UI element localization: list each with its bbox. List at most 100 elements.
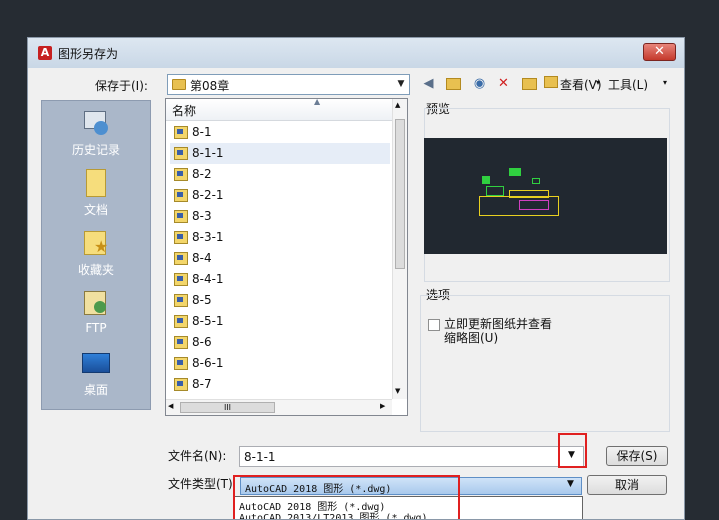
save-as-dialog: A 图形另存为 ✕ 保存于(I): 第08章 ▼ ◀ ◉ ✕ 查看(V) ▾ 工…	[27, 37, 685, 520]
filename-label: 文件名(N):	[168, 449, 227, 463]
drawing-preview-thumbnail	[424, 138, 667, 254]
places-bar: 历史记录 文档 ★ 收藏夹 FTP 桌面	[41, 100, 151, 410]
place-label: 历史记录	[71, 143, 120, 157]
column-header-label: 名称	[172, 104, 197, 118]
scroll-down-icon[interactable]: ▼	[395, 387, 400, 395]
file-name: 8-5	[192, 293, 212, 307]
file-item[interactable]: 8-5-1	[170, 311, 390, 332]
dwg-file-icon	[174, 273, 188, 286]
filetype-label: 文件类型(T)	[168, 477, 233, 491]
dwg-file-icon	[174, 294, 188, 307]
scroll-right-icon[interactable]: ▶	[380, 402, 385, 410]
file-item[interactable]: 8-3	[170, 206, 390, 227]
filetype-highlight-box	[233, 475, 460, 519]
cancel-button[interactable]: 取消	[587, 475, 667, 495]
file-name: 8-5-1	[192, 314, 224, 328]
scroll-left-icon[interactable]: ◀	[168, 402, 173, 410]
history-icon	[80, 107, 112, 137]
horizontal-scrollbar[interactable]: ◀ III ▶	[166, 399, 392, 415]
file-item[interactable]: 8-2-1	[170, 185, 390, 206]
place-favorites[interactable]: ★ 收藏夹	[42, 225, 150, 283]
place-label: FTP	[85, 321, 107, 335]
desktop-icon	[80, 347, 112, 377]
horizontal-scroll-thumb[interactable]: III	[180, 402, 275, 413]
dwg-file-icon	[174, 252, 188, 265]
favorites-icon: ★	[80, 227, 112, 257]
save-in-label: 保存于(I):	[95, 79, 148, 93]
filename-value: 8-1-1	[244, 450, 276, 464]
file-name: 8-7	[192, 377, 212, 391]
file-name: 8-3-1	[192, 230, 224, 244]
scroll-grip: III	[223, 403, 232, 412]
close-icon: ✕	[654, 44, 665, 59]
window-title: 图形另存为	[58, 47, 119, 61]
file-name: 8-6-1	[192, 356, 224, 370]
chevron-down-icon[interactable]: ▼	[393, 75, 409, 94]
dwg-file-icon	[174, 126, 188, 139]
place-label: 桌面	[83, 383, 108, 397]
place-desktop[interactable]: 桌面	[42, 345, 150, 403]
file-item[interactable]: 8-1	[170, 122, 390, 143]
dwg-file-icon	[174, 378, 188, 391]
dwg-file-icon	[174, 168, 188, 181]
column-header-name[interactable]: 名称 ▲	[166, 99, 392, 121]
file-item[interactable]: 8-7	[170, 374, 390, 395]
update-thumbnail-label: 立即更新图纸并查看 缩略图(U)	[444, 317, 552, 345]
file-item[interactable]: 8-6	[170, 332, 390, 353]
place-ftp[interactable]: FTP	[42, 285, 150, 343]
title-bar[interactable]: A 图形另存为 ✕	[28, 38, 684, 68]
documents-icon	[80, 167, 112, 197]
tools-dropdown-icon[interactable]: ▾	[663, 78, 667, 87]
file-name: 8-2-1	[192, 188, 224, 202]
file-list[interactable]: 名称 ▲ 8-1 8-1-1 8-2 8-2-1 8-3 8-3-1 8-4 8…	[165, 98, 408, 416]
filename-history-dropdown-highlight[interactable]: ▼	[558, 433, 587, 468]
file-name: 8-4	[192, 251, 212, 265]
file-rows: 8-1 8-1-1 8-2 8-2-1 8-3 8-3-1 8-4 8-4-1 …	[166, 122, 392, 399]
delete-icon[interactable]: ✕	[495, 75, 512, 92]
dwg-file-icon	[174, 336, 188, 349]
search-web-icon[interactable]: ◉	[471, 75, 488, 92]
file-item[interactable]: 8-6-1	[170, 353, 390, 374]
file-name: 8-1-1	[192, 146, 224, 160]
file-name: 8-3	[192, 209, 212, 223]
save-in-value: 第08章	[190, 79, 230, 93]
back-arrow-icon[interactable]: ◀	[420, 75, 437, 92]
place-history[interactable]: 历史记录	[42, 105, 150, 163]
dwg-file-icon	[174, 147, 188, 160]
tools-menu[interactable]: 工具(L)	[608, 76, 648, 93]
views-dropdown-icon[interactable]: ▾	[596, 78, 600, 87]
file-item[interactable]: 8-3-1	[170, 227, 390, 248]
update-thumbnail-label-line2: 缩略图(U)	[444, 331, 499, 345]
dwg-file-icon	[174, 210, 188, 223]
close-button[interactable]: ✕	[643, 43, 676, 61]
chevron-down-icon[interactable]: ▼	[568, 450, 575, 460]
place-label: 文档	[83, 203, 108, 217]
vertical-scroll-thumb[interactable]	[395, 119, 405, 269]
chevron-down-icon[interactable]: ▼	[567, 479, 574, 489]
options-group	[420, 295, 670, 432]
update-thumbnail-label-line1: 立即更新图纸并查看	[444, 317, 553, 331]
save-button[interactable]: 保存(S)	[606, 446, 668, 466]
autocad-logo-icon: A	[38, 46, 52, 60]
dwg-file-icon	[174, 189, 188, 202]
file-item[interactable]: 8-4-1	[170, 269, 390, 290]
place-label: 收藏夹	[77, 263, 114, 277]
file-item[interactable]: 8-4	[170, 248, 390, 269]
place-documents[interactable]: 文档	[42, 165, 150, 223]
filename-input[interactable]: 8-1-1	[239, 446, 584, 467]
scroll-up-icon[interactable]: ▲	[395, 101, 400, 109]
ftp-icon	[80, 287, 112, 317]
new-folder-icon[interactable]	[522, 78, 537, 90]
file-name: 8-2	[192, 167, 212, 181]
dwg-file-icon	[174, 357, 188, 370]
up-folder-icon[interactable]	[446, 78, 461, 90]
file-item-selected[interactable]: 8-1-1	[170, 143, 390, 164]
file-name: 8-4-1	[192, 272, 224, 286]
update-thumbnail-checkbox[interactable]	[428, 319, 440, 331]
vertical-scrollbar[interactable]: ▲ ▼	[392, 99, 407, 399]
file-item[interactable]: 8-5	[170, 290, 390, 311]
file-item[interactable]: 8-2	[170, 164, 390, 185]
save-in-combo[interactable]: 第08章 ▼	[167, 74, 410, 95]
file-name: 8-6	[192, 335, 212, 349]
dwg-file-icon	[174, 231, 188, 244]
